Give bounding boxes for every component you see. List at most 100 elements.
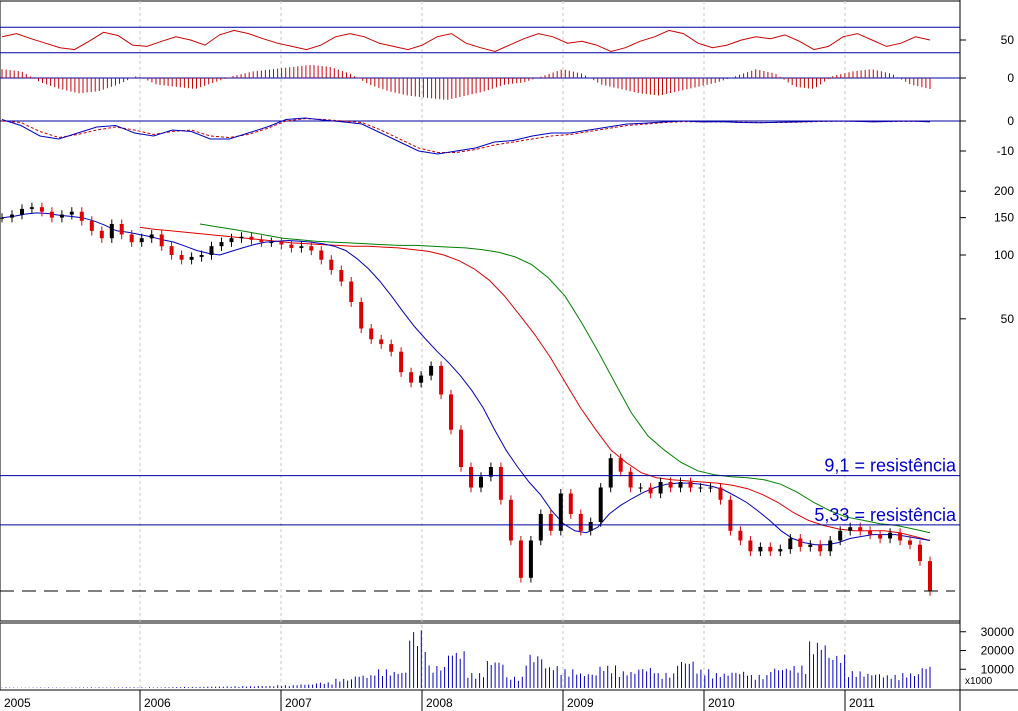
price-candle [548, 514, 553, 531]
price-candle [369, 328, 374, 340]
price-candle [708, 487, 713, 489]
price-candle [618, 458, 623, 472]
price-candle [129, 234, 134, 243]
price-candle [608, 458, 613, 488]
price-candle [868, 530, 873, 535]
axis-tick-label: 0 [1007, 71, 1014, 85]
price-candle [538, 514, 543, 541]
price-candle [189, 256, 194, 260]
price-candle [239, 236, 244, 239]
price-candle [838, 530, 843, 541]
axis-tick-label: 10000 [981, 662, 1015, 676]
price-candle [498, 467, 503, 500]
price-candle [798, 538, 803, 547]
price-candle [259, 239, 264, 243]
year-label: 2010 [708, 696, 735, 710]
indicator-2-panel [0, 65, 960, 100]
price-candle [658, 482, 663, 494]
price-candle [568, 493, 573, 514]
indicator-1-line [1, 29, 931, 53]
axis-tick-label: 20000 [981, 644, 1015, 658]
price-candle [828, 540, 833, 552]
price-candle [279, 242, 284, 245]
price-candle [668, 482, 673, 488]
price-candle [149, 234, 154, 239]
resistance-label: 5,33 = resistência [814, 505, 957, 525]
price-candle [728, 499, 733, 531]
price-candle [89, 220, 94, 231]
price-candle [229, 238, 234, 243]
year-label: 2007 [285, 696, 312, 710]
year-label: 2009 [567, 696, 594, 710]
price-candle [808, 544, 813, 547]
year-label: 2006 [144, 696, 171, 710]
price-candle [678, 482, 683, 488]
price-candle [219, 242, 224, 247]
price-candle [479, 476, 483, 488]
price-candle [169, 246, 174, 255]
price-candle [459, 429, 463, 467]
price-candle [718, 487, 723, 500]
price-candle [119, 224, 124, 235]
price-candle [10, 214, 14, 218]
price-candle [698, 487, 703, 489]
price-candle [598, 487, 603, 522]
price-candle [878, 534, 883, 539]
moving-average-long [199, 223, 931, 534]
axis-tick-label: 200 [994, 184, 1014, 198]
price-candle [469, 467, 473, 488]
price-candle [299, 246, 304, 248]
axis-tick-label: 150 [994, 211, 1014, 225]
moving-average-short [1, 212, 931, 546]
price-candle [209, 246, 214, 255]
price-candle [139, 238, 144, 243]
price-candle [359, 302, 364, 329]
price-candle [908, 540, 912, 545]
price-candle [69, 211, 74, 215]
price-candle [0, 217, 4, 219]
price-candle [858, 527, 863, 531]
year-label: 2011 [849, 696, 875, 710]
price-candle [419, 375, 424, 383]
price-candle [748, 540, 753, 552]
price-candle [758, 546, 763, 552]
price-candle [738, 530, 743, 541]
price-candle [518, 540, 523, 578]
axes: 2005 2006 2007 2008 2009 2010 2011 x1000 50 0 0 -10… [4, 33, 1014, 711]
price-candle [349, 281, 354, 302]
price-candle [508, 499, 513, 541]
axis-tick-label: 50 [1001, 312, 1015, 326]
price-candle [20, 208, 24, 215]
price-candle [588, 522, 593, 531]
price-candle [319, 250, 324, 260]
price-candle [918, 544, 922, 562]
price-candle [898, 532, 903, 541]
price-candle [638, 487, 643, 489]
year-label: 2005 [4, 696, 31, 710]
price-candle [269, 242, 274, 244]
price-candle [648, 487, 653, 494]
resistance-label: 9,1 = resistência [824, 456, 957, 476]
price-candle [309, 246, 314, 251]
price-candle [578, 514, 583, 531]
year-label: 2008 [426, 696, 453, 710]
axis-tick-label: 0 [1007, 114, 1014, 128]
price-candle [788, 538, 793, 550]
price-candle [399, 351, 404, 373]
price-candle [688, 482, 693, 488]
stock-chart: 9,1 = resistência5,33 = resistência 2005… [0, 0, 1018, 711]
price-candle [409, 372, 414, 383]
price-candle [778, 549, 783, 552]
price-candle [818, 544, 823, 552]
price-candle [29, 207, 34, 209]
moving-average-mid [139, 226, 931, 541]
price-candle [379, 339, 384, 345]
price-candle [628, 471, 633, 488]
price-candle [439, 365, 444, 395]
resistance-lines: 9,1 = resistência 5,33 = resistência [0, 456, 960, 592]
price-candle [79, 211, 84, 221]
price-candle [49, 211, 54, 218]
year-gridlines [139, 1, 846, 690]
price-candle [329, 259, 334, 270]
price-candle [429, 365, 434, 376]
